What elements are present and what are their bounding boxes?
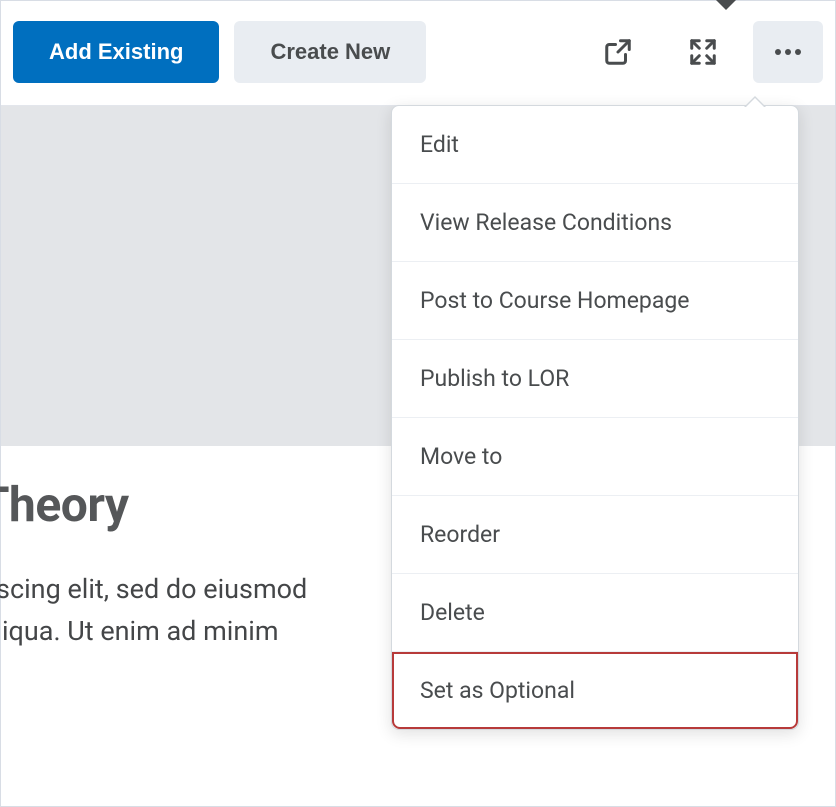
menu-item-edit[interactable]: Edit: [392, 106, 798, 184]
toolbar: Add Existing Create New: [1, 1, 835, 106]
menu-item-move-to[interactable]: Move to: [392, 418, 798, 496]
menu-item-view-release-conditions[interactable]: View Release Conditions: [392, 184, 798, 262]
fullscreen-button[interactable]: [668, 21, 738, 83]
dropdown-indicator-icon: [711, 0, 741, 11]
more-actions-button[interactable]: [753, 21, 823, 83]
open-external-button[interactable]: [583, 21, 653, 83]
open-external-icon: [603, 37, 633, 67]
menu-item-post-to-course-homepage[interactable]: Post to Course Homepage: [392, 262, 798, 340]
more-actions-menu: Edit View Release Conditions Post to Cou…: [391, 105, 799, 730]
menu-item-reorder[interactable]: Reorder: [392, 496, 798, 574]
more-horizontal-icon: [773, 48, 803, 56]
add-existing-button[interactable]: Add Existing: [13, 21, 219, 83]
create-new-button[interactable]: Create New: [234, 21, 426, 83]
menu-item-set-as-optional[interactable]: Set as Optional: [392, 652, 798, 729]
menu-item-publish-to-lor[interactable]: Publish to LOR: [392, 340, 798, 418]
fullscreen-icon: [688, 37, 718, 67]
menu-item-delete[interactable]: Delete: [392, 574, 798, 652]
